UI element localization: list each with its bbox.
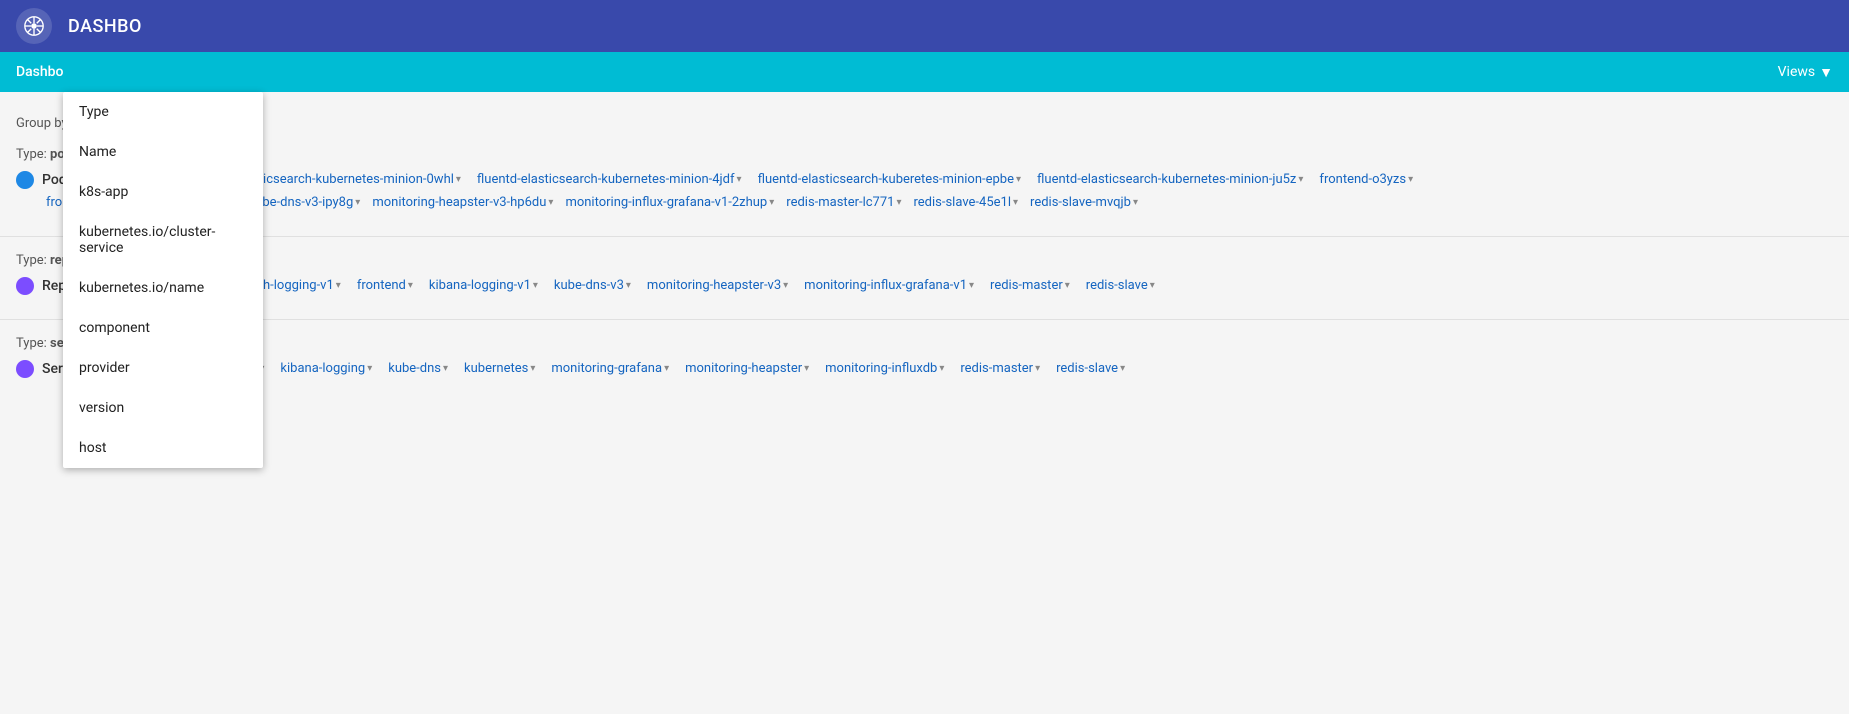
- dashboard-label: Dashbo: [16, 64, 63, 80]
- replication-section: Type: rep ReplicationControllers elastic…: [0, 245, 1849, 311]
- chevron-down-icon: ▾: [456, 174, 461, 185]
- service-section: Type: service Services elasticsearch-log…: [0, 328, 1849, 394]
- chevron-down-icon: ▾: [969, 280, 974, 291]
- rc-chip-kube-dns[interactable]: kube-dns-v3 ▾: [550, 276, 635, 295]
- svc-chip-monitoring-influxdb[interactable]: monitoring-influxdb ▾: [821, 359, 948, 378]
- top-nav: DASHBO: [0, 0, 1849, 52]
- chevron-down-icon: ▾: [336, 280, 341, 291]
- chevron-down-icon: ▾: [896, 197, 901, 208]
- dropdown-menu-scroll[interactable]: Type Name k8s-app kubernetes.io/cluster-…: [63, 92, 263, 468]
- pod-section: Type: po Pods elas... ▾ fluentd-elastics…: [0, 139, 1849, 228]
- rc-chip-frontend[interactable]: frontend ▾: [353, 276, 417, 295]
- chevron-down-icon: ▾: [737, 174, 742, 185]
- app-title: DASHBO: [68, 16, 142, 37]
- chevron-down-icon: ▾: [1013, 197, 1018, 208]
- chevron-down-icon: ▾: [1120, 363, 1125, 374]
- pod-chip-redis-slave-mvqjb[interactable]: redis-slave-mvqjb ▾: [1026, 193, 1142, 212]
- secondary-nav: Dashbo Views ▼: [0, 52, 1849, 92]
- dropdown-item-type[interactable]: Type: [63, 92, 263, 132]
- app-logo: [16, 8, 52, 44]
- chevron-down-icon: ▾: [1035, 363, 1040, 374]
- chevron-down-icon: ▾: [783, 280, 788, 291]
- chevron-down-icon: ▾: [1298, 174, 1303, 185]
- pod-chip-heapster[interactable]: monitoring-heapster-v3-hp6du ▾: [368, 193, 557, 212]
- chevron-down-icon: ▾: [408, 280, 413, 291]
- svc-chip-redis-slave[interactable]: redis-slave ▾: [1052, 359, 1129, 378]
- replication-type-row: ReplicationControllers elasticsearch-log…: [16, 276, 1833, 295]
- svc-chip-kube-dns[interactable]: kube-dns ▾: [384, 359, 452, 378]
- chevron-down-icon: ▾: [664, 363, 669, 374]
- views-label: Views: [1778, 64, 1816, 80]
- dropdown-item-name[interactable]: Name: [63, 132, 263, 172]
- service-dot: [16, 360, 34, 378]
- dropdown-item-host[interactable]: host: [63, 428, 263, 468]
- pod-chip-redis-slave-45e1l[interactable]: redis-slave-45e1l ▾: [910, 193, 1023, 212]
- chevron-down-icon: ▾: [367, 363, 372, 374]
- chevron-down-icon: ▾: [769, 197, 774, 208]
- svc-chip-redis-master[interactable]: redis-master ▾: [956, 359, 1044, 378]
- chevron-down-icon: ▾: [626, 280, 631, 291]
- chevron-down-icon: ▾: [1133, 197, 1138, 208]
- replication-type-label: Type: rep: [16, 253, 1833, 268]
- pod-chip-influx-grafana[interactable]: monitoring-influx-grafana-v1-2zhup ▾: [561, 193, 778, 212]
- rc-chip-heapster[interactable]: monitoring-heapster-v3 ▾: [643, 276, 792, 295]
- chevron-down-icon: ▾: [533, 280, 538, 291]
- group-by-bar: Group by: [0, 108, 1849, 139]
- main-content: Group by Type Name k8s-app kubernetes.io…: [0, 92, 1849, 410]
- pod-chip-frontend-o3yzs[interactable]: frontend-o3yzs ▾: [1315, 170, 1417, 189]
- pod-chip-fluentd-ju5z[interactable]: fluentd-elasticsearch-kubernetes-minion-…: [1033, 170, 1307, 189]
- rc-chip-kibana[interactable]: kibana-logging-v1 ▾: [425, 276, 542, 295]
- service-type-row: Services elasticsearch-logging ▾ kibana-…: [16, 359, 1833, 378]
- replication-dot: [16, 277, 34, 295]
- pod-type-label: Type: po: [16, 147, 1833, 162]
- dropdown-item-provider[interactable]: provider: [63, 348, 263, 388]
- dropdown-menu: Type Name k8s-app kubernetes.io/cluster-…: [63, 92, 263, 468]
- chevron-down-icon: ▾: [1065, 280, 1070, 291]
- dropdown-item-cluster-service[interactable]: kubernetes.io/cluster-service: [63, 212, 263, 268]
- svc-chip-monitoring-grafana[interactable]: monitoring-grafana ▾: [547, 359, 673, 378]
- chevron-down-icon: ▾: [443, 363, 448, 374]
- svc-chip-kibana[interactable]: kibana-logging ▾: [276, 359, 376, 378]
- chevron-down-icon: ▾: [530, 363, 535, 374]
- chevron-down-icon: ▾: [1016, 174, 1021, 185]
- group-by-label: Group by: [16, 116, 68, 131]
- service-type-label: Type: service: [16, 336, 1833, 351]
- dropdown-item-k8s-name[interactable]: kubernetes.io/name: [63, 268, 263, 308]
- dropdown-item-component[interactable]: component: [63, 308, 263, 348]
- rc-chip-redis-slave[interactable]: redis-slave ▾: [1082, 276, 1159, 295]
- dropdown-item-version[interactable]: version: [63, 388, 263, 428]
- divider-2: [0, 319, 1849, 320]
- chevron-down-icon: ▾: [939, 363, 944, 374]
- svc-chip-monitoring-heapster[interactable]: monitoring-heapster ▾: [681, 359, 813, 378]
- pod-chip-redis-master[interactable]: redis-master-lc771 ▾: [782, 193, 905, 212]
- views-chevron-icon: ▼: [1819, 64, 1833, 81]
- pod-chip-fluentd-4jdf[interactable]: fluentd-elasticsearch-kubernetes-minion-…: [473, 170, 746, 189]
- pod-chip-fluentd-epbe[interactable]: fluentd-elasticsearch-kuberetes-minion-e…: [754, 170, 1025, 189]
- chevron-down-icon: ▾: [1408, 174, 1413, 185]
- svc-chip-kubernetes[interactable]: kubernetes ▾: [460, 359, 539, 378]
- divider-1: [0, 236, 1849, 237]
- views-button[interactable]: Views ▼: [1778, 64, 1833, 81]
- chevron-down-icon: ▾: [1150, 280, 1155, 291]
- chevron-down-icon: ▾: [548, 197, 553, 208]
- rc-chip-redis-master[interactable]: redis-master ▾: [986, 276, 1074, 295]
- rc-chip-influx-grafana[interactable]: monitoring-influx-grafana-v1 ▾: [800, 276, 978, 295]
- chevron-down-icon: ▾: [804, 363, 809, 374]
- pod-dot: [16, 171, 34, 189]
- dropdown-item-k8s-app[interactable]: k8s-app: [63, 172, 263, 212]
- pod-type-row: Pods elas... ▾ fluentd-elasticsearch-kub…: [16, 170, 1833, 189]
- pod-row2: fro... ▾ kibana-logging-v1-pdfsk ▾ kube-…: [16, 193, 1833, 212]
- chevron-down-icon: ▾: [355, 197, 360, 208]
